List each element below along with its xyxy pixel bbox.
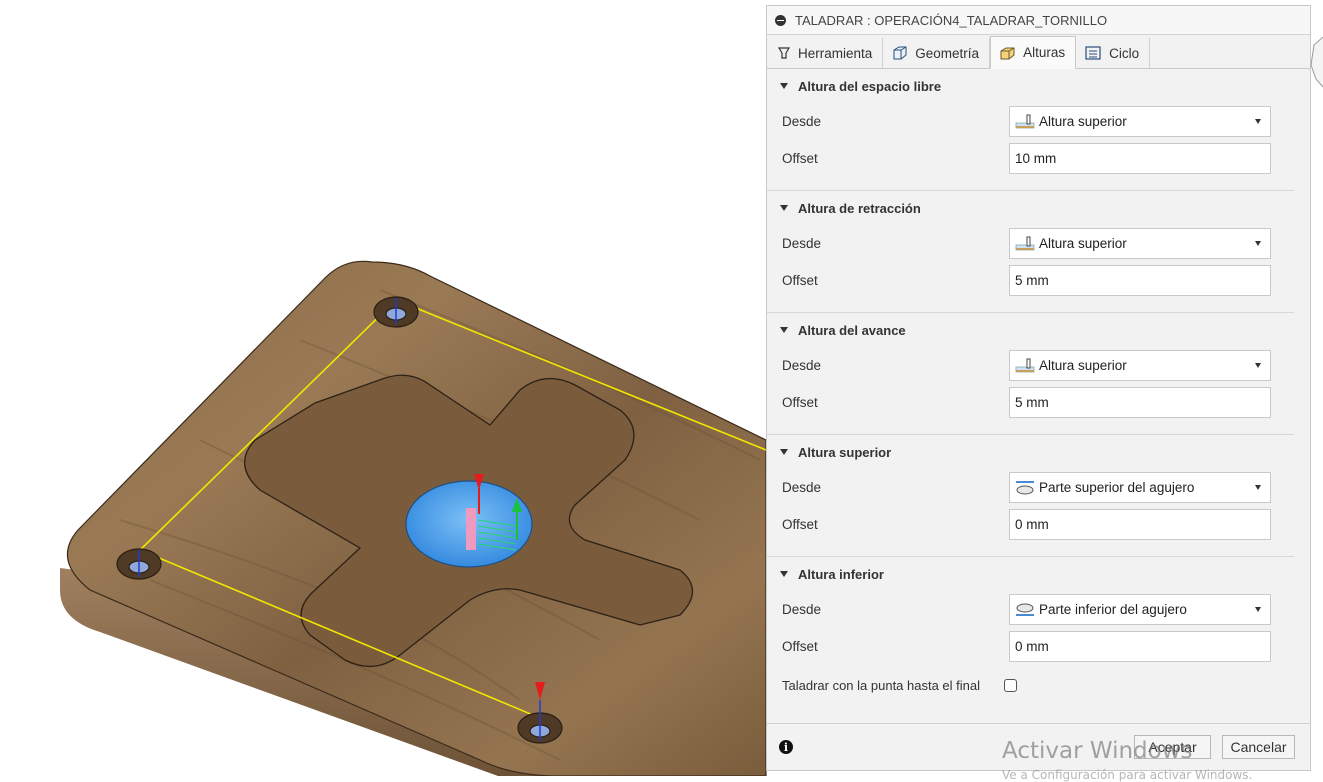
tab-geometria[interactable]: Geometría [883,38,991,68]
section-header[interactable]: Altura del avance [767,313,1294,347]
from-select[interactable]: Parte inferior del agujero [1009,594,1271,625]
hole-bottom-icon [1016,603,1034,616]
section-header[interactable]: Altura superior [767,435,1294,469]
chevron-down-icon [1255,363,1261,368]
drill-operation-dialog: TALADRAR : OPERACIÓN4_TALADRAR_TORNILLO … [766,5,1311,771]
tab-bar: Herramienta Geometría Alturas Ciclo [767,35,1310,69]
from-row: Desde Altura superior [767,347,1294,384]
offset-input[interactable]: 0 mm [1009,631,1271,662]
drill-tip-checkbox[interactable] [1004,678,1018,692]
dialog-title: TALADRAR : OPERACIÓN4_TALADRAR_TORNILLO [795,12,1108,28]
dialog-footer: i Aceptar Cancelar [767,723,1310,770]
from-select[interactable]: Altura superior [1009,350,1271,381]
from-select[interactable]: Altura superior [1009,106,1271,137]
section-altura-retraccion: Altura de retracción Desde Altura superi… [767,191,1294,313]
ok-button[interactable]: Aceptar [1134,735,1211,759]
view-cube-icon[interactable] [1310,35,1323,95]
offset-row: Offset 5 mm [767,262,1294,299]
collapse-icon[interactable] [775,14,786,26]
heights-icon [1000,47,1015,59]
drill-tip-row: Taladrar con la punta hasta el final [767,665,1294,705]
info-icon[interactable]: i [779,740,793,754]
collapse-triangle-icon [780,83,788,89]
section-header[interactable]: Altura inferior [767,557,1294,591]
collapse-triangle-icon [780,205,788,211]
top-height-icon [1015,114,1035,128]
top-height-icon [1015,236,1035,250]
tab-alturas[interactable]: Alturas [990,36,1077,69]
offset-row: Offset 10 mm [767,140,1294,177]
section-header[interactable]: Altura del espacio libre [767,69,1294,103]
offset-row: Offset 0 mm [767,628,1294,665]
chevron-down-icon [1255,485,1261,490]
from-row: Desde Altura superior [767,225,1294,262]
drill-tip-label: Taladrar con la punta hasta el final [782,677,981,693]
section-header[interactable]: Altura de retracción [767,191,1294,225]
chevron-down-icon [1255,119,1261,124]
section-altura-superior: Altura superior Desde Parte superior del… [767,435,1294,557]
section-altura-inferior: Altura inferior Desde Parte inferior del… [767,557,1294,705]
dialog-titlebar: TALADRAR : OPERACIÓN4_TALADRAR_TORNILLO [767,6,1310,35]
drill-tool-icon [777,47,791,59]
top-height-icon [1015,358,1035,372]
tab-herramienta[interactable]: Herramienta [769,38,884,68]
from-row: Desde Parte inferior del agujero [767,591,1294,628]
cycle-icon [1085,46,1101,60]
section-altura-espacio-libre: Altura del espacio libre Desde Altura su… [767,69,1294,191]
hole-top-icon [1016,480,1034,494]
offset-input[interactable]: 10 mm [1009,143,1271,174]
chevron-down-icon [1255,607,1261,612]
chevron-down-icon [1255,241,1261,246]
cancel-button[interactable]: Cancelar [1222,735,1295,759]
from-row: Desde Parte superior del agujero [767,469,1294,506]
collapse-triangle-icon [780,571,788,577]
offset-input[interactable]: 0 mm [1009,509,1271,540]
offset-input[interactable]: 5 mm [1009,387,1271,418]
tab-ciclo[interactable]: Ciclo [1076,38,1151,68]
from-select[interactable]: Altura superior [1009,228,1271,259]
collapse-triangle-icon [780,449,788,455]
from-select[interactable]: Parte superior del agujero [1009,472,1271,503]
collapse-triangle-icon [780,327,788,333]
offset-row: Offset 5 mm [767,384,1294,421]
offset-row: Offset 0 mm [767,506,1294,543]
offset-input[interactable]: 5 mm [1009,265,1271,296]
section-altura-avance: Altura del avance Desde Altura superior … [767,313,1294,435]
geometry-icon [893,46,907,60]
from-row: Desde Altura superior [767,103,1294,140]
